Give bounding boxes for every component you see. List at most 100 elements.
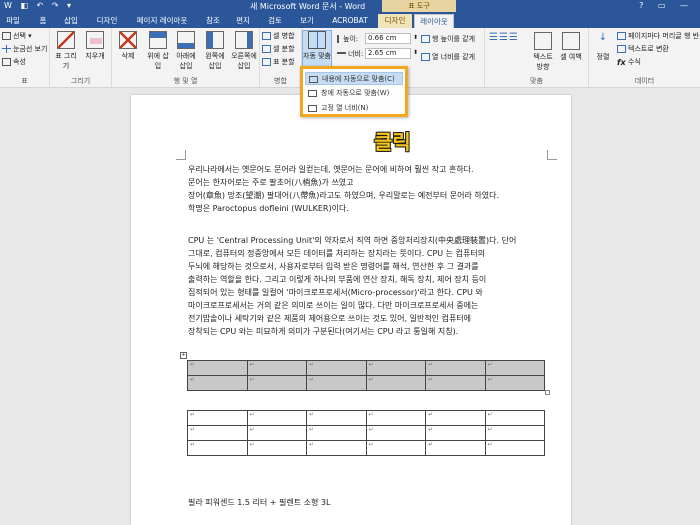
column-width-input[interactable]: 2.65 cm	[365, 48, 411, 59]
pencil-icon	[57, 31, 75, 49]
table-cell[interactable]: ↵	[365, 375, 426, 391]
properties-icon	[2, 58, 11, 66]
table-group: 선택 ▾ 눈금선 보기 속성 표	[0, 28, 50, 88]
quick-access-toolbar[interactable]: W ◧ ↶ ↷ ▾	[4, 1, 74, 10]
table-cell[interactable]: ↵	[306, 425, 367, 441]
table-cell[interactable]: ↵	[187, 410, 248, 426]
insert-left-icon	[206, 31, 224, 49]
tab-mailings[interactable]: 편지	[230, 14, 256, 28]
second-table[interactable]: ↵ ↵ ↵ ↵ ↵ ↵ ↵ ↵ ↵ ↵ ↵ ↵ ↵ ↵ ↵ ↵ ↵ ↵	[187, 410, 545, 456]
eraser-icon	[86, 31, 104, 49]
table-cell[interactable]: ↵	[484, 360, 545, 376]
table-cell[interactable]: ↵	[425, 440, 486, 456]
view-gridlines-button[interactable]: 눈금선 보기	[2, 44, 47, 54]
row-height-spinner[interactable]: ⬍	[413, 34, 418, 41]
footer-text-line[interactable]: 필라 피워센드 1.5 리터 + 필렌트 소형 3L	[188, 497, 330, 508]
autofit-button[interactable]: 자동 맞춤	[302, 30, 332, 68]
table-row: ↵ ↵ ↵ ↵ ↵ ↵	[187, 440, 545, 456]
table-cell[interactable]: ↵	[306, 375, 367, 391]
table-cell[interactable]: ↵	[365, 440, 426, 456]
table-cell[interactable]: ↵	[365, 410, 426, 426]
width-label: 너비:	[337, 49, 363, 59]
table-cell[interactable]: ↵	[187, 375, 248, 391]
selected-table[interactable]: ↵ ↵ ↵ ↵ ↵ ↵ ↵ ↵ ↵ ↵ ↵ ↵	[187, 360, 545, 391]
merge-cells-button[interactable]: 셀 병합	[262, 31, 295, 41]
column-width-spinner[interactable]: ⬍	[413, 49, 418, 56]
table-cell[interactable]: ↵	[365, 425, 426, 441]
insert-above-button[interactable]: 위에 삽입	[146, 31, 170, 71]
table-cell[interactable]: ↵	[246, 375, 307, 391]
table-cell[interactable]: ↵	[484, 425, 545, 441]
table-cell[interactable]: ↵	[425, 375, 486, 391]
table-cell[interactable]: ↵	[306, 410, 367, 426]
distribute-columns-button[interactable]: 열 너비를 같게	[421, 52, 475, 62]
distribute-columns-icon	[421, 53, 430, 61]
paragraph-cpu[interactable]: CPU 는 'Central Processing Unit'의 약자로서 직역…	[188, 234, 548, 338]
tab-design[interactable]: 디자인	[90, 14, 124, 28]
cell-margins-button[interactable]: 셀 여백	[557, 32, 585, 62]
draw-table-button[interactable]: 표 그리기	[54, 31, 78, 71]
tab-home[interactable]: 홈	[32, 14, 54, 28]
properties-button[interactable]: 속성	[2, 57, 26, 67]
group-label-merge: 병합	[274, 77, 287, 85]
column-width-icon	[337, 52, 346, 56]
table-cell[interactable]: ↵	[425, 425, 486, 441]
table-cell[interactable]: ↵	[306, 440, 367, 456]
select-button[interactable]: 선택 ▾	[2, 31, 32, 41]
table-cell[interactable]: ↵	[365, 360, 426, 376]
autofit-contents-item[interactable]: 내용에 자동으로 맞춤(C)	[305, 72, 403, 85]
split-cells-button[interactable]: 셀 분할	[262, 44, 295, 54]
insert-right-button[interactable]: 오른쪽에 삽입	[230, 31, 258, 71]
tab-insert[interactable]: 삽입	[58, 14, 84, 28]
table-cell[interactable]: ↵	[246, 425, 307, 441]
merge-cells-icon	[262, 32, 271, 40]
tab-page-layout[interactable]: 페이지 레이아웃	[130, 14, 194, 28]
window-title: 새 Microsoft Word 문서 - Word	[250, 2, 366, 11]
table-cell[interactable]: ↵	[246, 360, 307, 376]
tab-view[interactable]: 보기	[294, 14, 320, 28]
tab-file[interactable]: 파일	[0, 14, 26, 28]
fixed-width-icon	[308, 105, 317, 112]
tab-table-layout[interactable]: 레이아웃	[414, 14, 454, 28]
table-cell[interactable]: ↵	[246, 410, 307, 426]
table-cell[interactable]: ↵	[484, 440, 545, 456]
repeat-header-rows-button[interactable]: 페이지마다 머리글 행 반복	[617, 31, 700, 41]
draw-group: 표 그리기 지우개 그리기	[50, 28, 112, 88]
table-cell[interactable]: ↵	[425, 410, 486, 426]
delete-button[interactable]: 삭제	[116, 31, 140, 61]
tab-table-design[interactable]: 디자인	[378, 14, 412, 28]
table-cell[interactable]: ↵	[484, 410, 545, 426]
table-cell[interactable]: ↵	[425, 360, 486, 376]
data-group: ↓ 정렬 페이지마다 머리글 행 반복 텍스트로 변환 fx 수식 데이터	[589, 28, 700, 88]
table-cell[interactable]: ↵	[187, 440, 248, 456]
tab-acrobat[interactable]: ACROBAT	[326, 14, 374, 28]
distribute-rows-button[interactable]: 행 높이를 같게	[421, 34, 475, 44]
insert-left-button[interactable]: 왼쪽에 삽입	[202, 31, 228, 71]
split-table-button[interactable]: 표 분할	[262, 57, 295, 67]
sort-button[interactable]: ↓ 정렬	[593, 32, 613, 62]
fixed-column-width-item[interactable]: 고정 열 너비(N)	[305, 102, 403, 115]
paragraph-line: 장착되는 CPU 와는 미묘하게 의미가 구분된다(여기서는 CPU 라고 통일…	[188, 327, 459, 336]
table-resize-handle[interactable]	[545, 390, 550, 395]
convert-to-text-button[interactable]: 텍스트로 변환	[617, 44, 669, 54]
tab-references[interactable]: 참조	[200, 14, 226, 28]
eraser-button[interactable]: 지우개	[82, 31, 108, 61]
insert-below-button[interactable]: 아래에 삽입	[174, 31, 198, 71]
autofit-window-icon	[308, 90, 317, 97]
group-label-table: 표	[21, 77, 28, 85]
autofit-window-item[interactable]: 창에 자동으로 맞춤(W)	[305, 87, 403, 100]
table-cell[interactable]: ↵	[187, 425, 248, 441]
paragraph-line: 장어(章魚) 망조(望潮) 팔대어(八帶魚)라고도 하였으며, 우리말로는 예전…	[188, 191, 500, 200]
table-cell[interactable]: ↵	[306, 360, 367, 376]
table-move-handle[interactable]: +	[180, 352, 187, 359]
table-cell[interactable]: ↵	[246, 440, 307, 456]
tab-review[interactable]: 검토	[262, 14, 288, 28]
text-direction-button[interactable]: 텍스트 방향	[531, 32, 555, 72]
table-cell[interactable]: ↵	[484, 375, 545, 391]
row-height-input[interactable]: 0.66 cm	[365, 33, 411, 44]
paragraph-octopus[interactable]: 우리나라에서는 옛문어도 문어라 일컫는데, 옛문어는 문어에 비하여 훨씬 작…	[188, 163, 548, 215]
window-controls[interactable]: ? ▭ —	[639, 1, 694, 10]
formula-button[interactable]: fx 수식	[617, 57, 641, 67]
table-cell[interactable]: ↵	[187, 360, 248, 376]
alignment-icons[interactable]: ☰☰☰	[489, 32, 519, 43]
